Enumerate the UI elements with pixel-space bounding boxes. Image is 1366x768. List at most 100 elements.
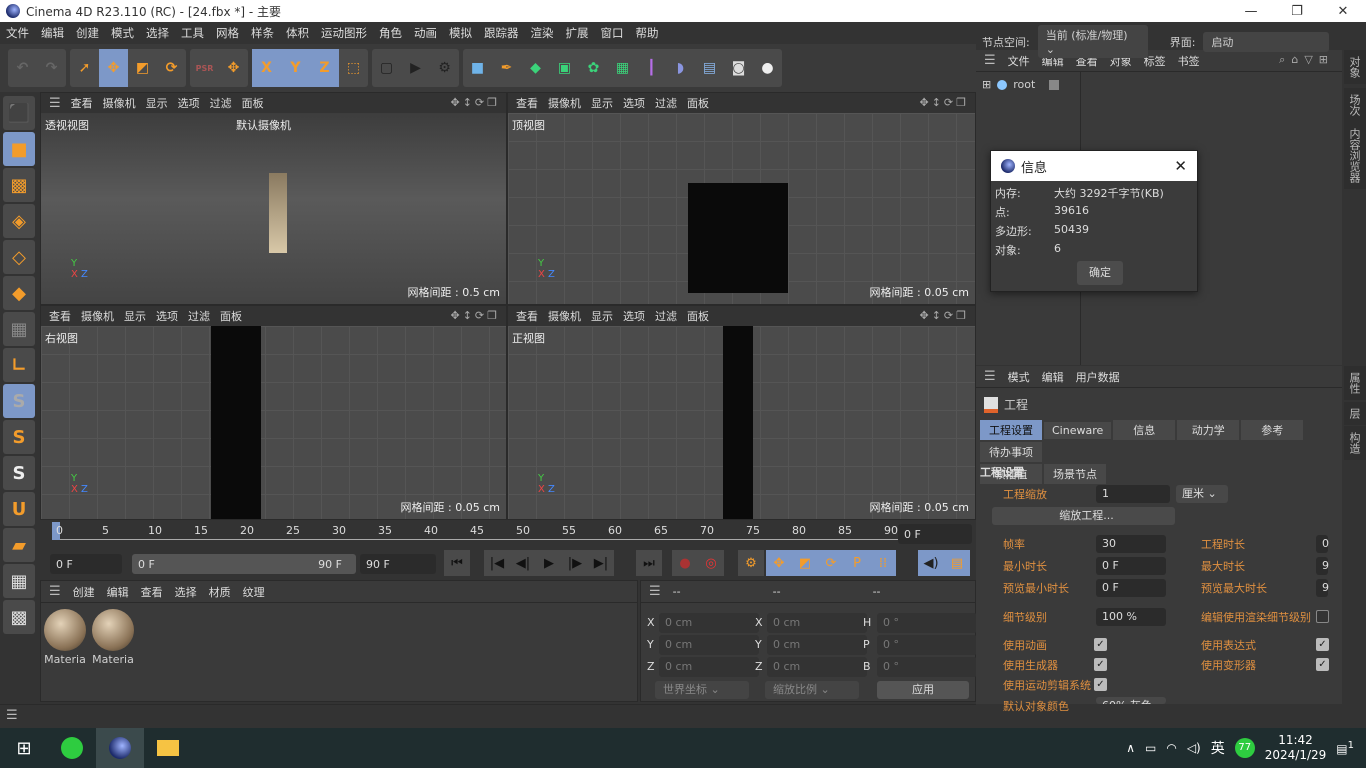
viewport-menu-item[interactable]: 选项 bbox=[623, 308, 645, 324]
viewport-menu-item[interactable]: 显示 bbox=[146, 95, 168, 111]
rot-field[interactable]: 0 ° bbox=[877, 613, 977, 633]
viewport-menu-item[interactable]: 摄像机 bbox=[81, 308, 114, 324]
scale-mode-dropdown[interactable]: 缩放比例 ⌄ bbox=[765, 681, 859, 699]
scale-button[interactable]: ◩ bbox=[128, 49, 157, 87]
menu-icon[interactable]: ☰ bbox=[6, 708, 18, 723]
viewport-menu-item[interactable]: 过滤 bbox=[210, 95, 232, 111]
light-button[interactable]: ● bbox=[753, 49, 782, 87]
viewport-menu-item[interactable]: 过滤 bbox=[188, 308, 210, 324]
viewport-nav-icons[interactable]: ✥↕⟳❐ bbox=[919, 96, 969, 109]
viewport-menu-item[interactable]: 摄像机 bbox=[548, 308, 581, 324]
sound-button[interactable]: ◀) bbox=[918, 550, 944, 576]
undo-button[interactable]: ↶ bbox=[8, 49, 37, 87]
viewport-nav-icons[interactable]: ✥↕⟳❐ bbox=[450, 96, 500, 109]
attribute-menu-item[interactable]: 编辑 bbox=[1042, 369, 1064, 385]
snap-s1-button[interactable]: S bbox=[3, 384, 35, 418]
viewport-menu-item[interactable]: 查看 bbox=[49, 308, 71, 324]
model-wireframe[interactable] bbox=[211, 326, 261, 519]
film-button[interactable]: ▤ bbox=[944, 550, 970, 576]
minimize-button[interactable]: — bbox=[1228, 0, 1274, 22]
rotate-button[interactable]: ⟳ bbox=[157, 49, 186, 87]
material-menu-item[interactable]: 查看 bbox=[141, 584, 163, 600]
move-axis-button[interactable]: ✥ bbox=[219, 49, 248, 87]
move-button[interactable]: ✥ bbox=[99, 49, 128, 87]
record-button[interactable]: ● bbox=[672, 550, 698, 576]
end-frame-field[interactable]: 90 F bbox=[360, 554, 436, 574]
min-field[interactable]: 0 F bbox=[1096, 557, 1166, 575]
coord-system-dropdown[interactable]: 世界坐标 ⌄ bbox=[655, 681, 749, 699]
viewport-perspective[interactable]: ☰ 查看 摄像机 显示 选项 过滤 面板 ✥↕⟳❐ 默认摄像机 网格间距 : 0.5 cm 透视视图… bbox=[40, 92, 507, 305]
viewport-menu-item[interactable]: 查看 bbox=[516, 95, 538, 111]
attribute-tab[interactable]: 动力学 bbox=[1177, 420, 1240, 440]
size-field[interactable]: 0 cm bbox=[767, 635, 867, 655]
menu-icon[interactable]: ☰ bbox=[49, 584, 61, 599]
menu-item[interactable]: 体积 bbox=[280, 25, 315, 41]
next-frame-button[interactable]: |▶ bbox=[562, 550, 588, 576]
move-key-button[interactable]: ✥ bbox=[766, 550, 792, 576]
side-tab-takes[interactable]: 场次 bbox=[1344, 88, 1366, 122]
option-checkbox[interactable]: ✓ bbox=[1316, 638, 1329, 651]
side-tab-structure[interactable]: 构造 bbox=[1344, 426, 1366, 460]
visibility-icon[interactable] bbox=[1049, 79, 1060, 90]
make-editable-button[interactable]: ⬛ bbox=[3, 96, 35, 130]
model-wireframe[interactable] bbox=[688, 183, 788, 293]
menu-icon[interactable]: ☰ bbox=[49, 96, 61, 111]
menu-item[interactable]: 动画 bbox=[408, 25, 443, 41]
snap-s2-button[interactable]: S bbox=[3, 420, 35, 454]
viewport-canvas[interactable]: 默认摄像机 网格间距 : 0.5 cm 透视视图 Y X Z bbox=[41, 113, 506, 304]
viewport-front[interactable]: 查看 摄像机 显示 选项 过滤 面板 ✥↕⟳❐ 网格间距 : 0.05 cm 正视图 Y X Z bbox=[507, 305, 976, 520]
ok-button[interactable]: 确定 bbox=[1077, 261, 1123, 285]
timeline-ruler[interactable]: 0 5 10 15 20 25 30 35 40 45 50 55 60 65 70 75 80 85 90 bbox=[52, 522, 932, 540]
edges-mode-button[interactable]: ◇ bbox=[3, 240, 35, 274]
rot-field[interactable]: 0 ° bbox=[877, 635, 977, 655]
viewport-menu-item[interactable]: 显示 bbox=[591, 308, 613, 324]
render-view-button[interactable]: ▢ bbox=[372, 49, 401, 87]
mograph-button[interactable]: ▦ bbox=[608, 49, 637, 87]
model-wireframe[interactable] bbox=[723, 326, 753, 519]
project-scale-field[interactable]: 1 bbox=[1096, 485, 1170, 503]
fps-field[interactable]: 30 bbox=[1096, 535, 1166, 553]
menu-item[interactable]: 扩展 bbox=[560, 25, 595, 41]
viewport-menu-item[interactable]: 查看 bbox=[516, 308, 538, 324]
start-button[interactable]: ⊞ bbox=[0, 728, 48, 768]
menu-item[interactable]: 创建 bbox=[70, 25, 105, 41]
current-frame-right-field[interactable]: 0 F bbox=[898, 524, 972, 544]
go-end-button[interactable]: ⏭ bbox=[636, 550, 662, 576]
node-space-dropdown[interactable]: 当前 (标准/物理) ⌄ bbox=[1037, 25, 1148, 58]
attribute-tab[interactable]: 待办事项 bbox=[980, 442, 1042, 462]
lock-workplane-button[interactable]: ▦ bbox=[3, 564, 35, 598]
select-button[interactable]: ➚ bbox=[70, 49, 99, 87]
menu-item[interactable]: 编辑 bbox=[35, 25, 70, 41]
cube-button[interactable]: ■ bbox=[463, 49, 492, 87]
viewport-menu-item[interactable]: 显示 bbox=[124, 308, 146, 324]
side-tab-layers[interactable]: 层 bbox=[1344, 402, 1366, 425]
max-field[interactable]: 9 bbox=[1316, 557, 1329, 575]
prev-frame-button[interactable]: ◀| bbox=[510, 550, 536, 576]
taskbar-app-browser[interactable] bbox=[48, 728, 96, 768]
viewport-menu-item[interactable]: 查看 bbox=[71, 95, 93, 111]
menu-icon[interactable]: ☰ bbox=[984, 369, 996, 384]
network-icon[interactable]: ◠ bbox=[1166, 741, 1176, 755]
scale-key-button[interactable]: ◩ bbox=[792, 550, 818, 576]
menu-item[interactable]: 工具 bbox=[175, 25, 210, 41]
option-checkbox[interactable]: ✓ bbox=[1316, 658, 1329, 671]
range-slider[interactable]: 0 F 90 F bbox=[132, 554, 356, 574]
menu-item[interactable]: 选择 bbox=[140, 25, 175, 41]
material-item[interactable]: Materia bbox=[43, 609, 87, 666]
menu-item[interactable]: 网格 bbox=[210, 25, 245, 41]
menu-item[interactable]: 样条 bbox=[245, 25, 280, 41]
pos-field[interactable]: 0 cm bbox=[659, 635, 759, 655]
go-start-button[interactable]: ⏮ bbox=[444, 550, 470, 576]
duration-field[interactable]: 0 bbox=[1316, 535, 1329, 553]
field-button[interactable]: ◗ bbox=[666, 49, 695, 87]
viewport-menu-item[interactable]: 面板 bbox=[242, 95, 264, 111]
viewport-nav-icons[interactable]: ✥↕⟳❐ bbox=[450, 309, 500, 322]
keyframe-settings-button[interactable]: ⚙ bbox=[738, 550, 764, 576]
rotate-key-button[interactable]: ⟳ bbox=[818, 550, 844, 576]
menu-item[interactable]: 角色 bbox=[373, 25, 408, 41]
size-field[interactable]: 0 cm bbox=[767, 613, 867, 633]
layout-dropdown[interactable]: 启动 bbox=[1203, 31, 1330, 52]
subdivision-button[interactable]: ◆ bbox=[521, 49, 550, 87]
option-checkbox[interactable]: ✓ bbox=[1094, 658, 1107, 671]
apply-button[interactable]: 应用 bbox=[877, 681, 969, 699]
